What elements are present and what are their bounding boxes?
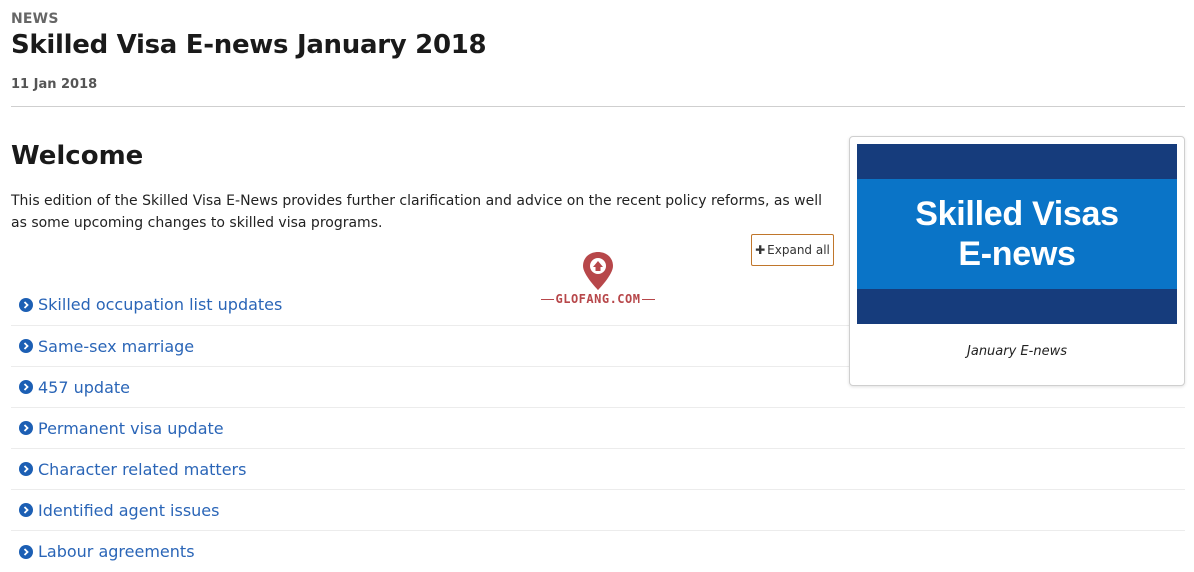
accordion-item-labour-agreements[interactable]: Labour agreements bbox=[11, 531, 1185, 572]
accordion-item-label: Identified agent issues bbox=[38, 500, 220, 520]
banner-band: Skilled Visas E-news bbox=[857, 179, 1177, 289]
chevron-circle-right-icon bbox=[19, 297, 33, 312]
banner-title-line1: Skilled Visas bbox=[915, 195, 1119, 233]
accordion-item-label: Character related matters bbox=[38, 459, 247, 479]
accordion-item-label: Labour agreements bbox=[38, 542, 195, 561]
accordion-item-label: Same-sex marriage bbox=[38, 336, 195, 356]
chevron-circle-right-icon bbox=[19, 339, 33, 353]
accordion-item-character-related-matters[interactable]: Character related matters bbox=[11, 449, 1185, 490]
header-divider bbox=[11, 106, 1185, 107]
enews-card: Skilled Visas E-news January E-news bbox=[849, 136, 1185, 386]
accordion-item-label: Permanent visa update bbox=[38, 418, 224, 438]
accordion-item-identified-agent-issues[interactable]: Identified agent issues bbox=[11, 490, 1185, 531]
enews-banner-image[interactable]: Skilled Visas E-news bbox=[857, 144, 1177, 324]
accordion-item-permanent-visa-update[interactable]: Permanent visa update bbox=[11, 408, 1185, 449]
banner-title-line2: E-news bbox=[958, 235, 1076, 273]
page-title: Skilled Visa E-news January 2018 bbox=[11, 30, 487, 60]
expand-all-button[interactable]: ✚ Expand all bbox=[751, 234, 834, 266]
expand-all-label: Expand all bbox=[767, 243, 830, 257]
accordion-item-label: Skilled occupation list updates bbox=[38, 295, 283, 314]
chevron-circle-right-icon bbox=[19, 462, 33, 476]
plus-icon: ✚ bbox=[755, 243, 766, 257]
accordion-item-label: 457 update bbox=[38, 377, 130, 397]
welcome-heading: Welcome bbox=[11, 141, 144, 171]
card-caption: January E-news bbox=[967, 344, 1067, 359]
chevron-circle-right-icon bbox=[19, 421, 33, 435]
publish-date: 11 Jan 2018 bbox=[11, 77, 98, 92]
chevron-circle-right-icon bbox=[19, 544, 33, 559]
chevron-circle-right-icon bbox=[19, 503, 33, 517]
chevron-circle-right-icon bbox=[19, 380, 33, 394]
section-eyebrow: NEWS bbox=[11, 11, 59, 27]
intro-paragraph: This edition of the Skilled Visa E-News … bbox=[11, 193, 823, 231]
